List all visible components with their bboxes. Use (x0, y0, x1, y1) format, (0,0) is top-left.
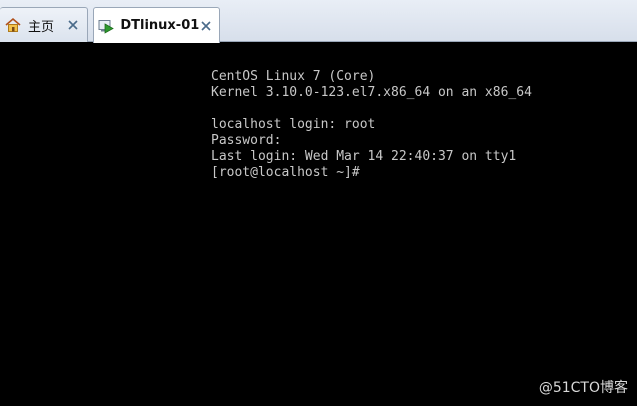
close-icon[interactable] (199, 19, 212, 33)
console-line: localhost login: root (211, 117, 376, 132)
watermark: @51CTO博客 (538, 380, 628, 396)
tab-home[interactable]: 主页 (0, 7, 88, 42)
tab-dtlinux-01[interactable]: DTlinux-01 (93, 7, 220, 43)
console-prompt: [root@localhost ~]# (211, 165, 360, 180)
console-line: Password: (211, 133, 282, 148)
console-line: Kernel 3.10.0-123.el7.x86_64 on an x86_6… (211, 85, 532, 100)
vm-play-icon (98, 17, 114, 35)
console-line: CentOS Linux 7 (Core) (211, 69, 376, 84)
tab-bar: 主页 DTlinux-01 (0, 0, 637, 43)
close-icon[interactable] (66, 18, 80, 32)
home-icon (4, 16, 22, 34)
console-output: CentOS Linux 7 (Core) Kernel 3.10.0-123.e… (211, 69, 532, 181)
tab-dtlinux-01-label: DTlinux-01 (120, 18, 200, 33)
console-line: Last login: Wed Mar 14 22:40:37 on tty1 (211, 149, 517, 164)
tab-home-label: 主页 (28, 19, 55, 35)
vm-console[interactable]: CentOS Linux 7 (Core) Kernel 3.10.0-123.e… (0, 42, 637, 406)
